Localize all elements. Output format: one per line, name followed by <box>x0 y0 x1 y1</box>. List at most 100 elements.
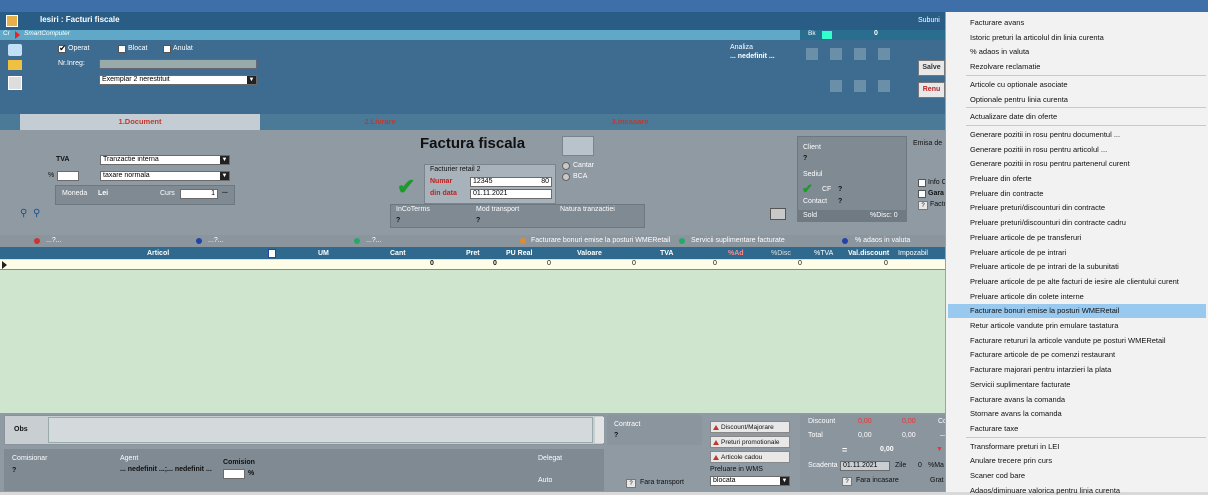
table-row[interactable]: 0 0 0 0 0 0 0 <box>0 260 945 270</box>
cell-cant[interactable]: 0 <box>430 260 434 267</box>
fara-incasare-help[interactable]: ? <box>842 477 852 486</box>
bca-radio[interactable] <box>562 173 570 181</box>
menu-item[interactable]: Facturare majorari pentru intarzieri la … <box>970 365 1111 374</box>
curs-input[interactable]: 1 <box>180 189 218 199</box>
menu-item[interactable]: Preluare articole de pe intrari de la su… <box>970 262 1119 271</box>
col-pret[interactable]: Pret <box>466 250 480 257</box>
menu-item[interactable]: Actualizare date din oferte <box>970 112 1057 121</box>
exemplar-select[interactable]: Exemplar 2 nerestituit ▼ <box>99 75 257 85</box>
menu-item[interactable]: Facturare avans <box>970 18 1024 27</box>
print-icon[interactable] <box>8 76 22 90</box>
cell-val-discount[interactable]: 0 <box>884 260 888 267</box>
info-checkbox[interactable] <box>918 179 926 187</box>
factu-help-button[interactable]: ? <box>918 201 928 210</box>
tab-livrare[interactable]: 2.Livrare <box>330 114 430 130</box>
toolbar-icon-3[interactable] <box>854 48 866 60</box>
fara-incasare-label[interactable]: Fara incasare <box>856 477 899 484</box>
toolbar-item-4[interactable]: Facturare bonuri emise la posturi WMERet… <box>531 237 670 244</box>
menu-item[interactable]: Istoric preturi la articolul din linia c… <box>970 33 1104 42</box>
scadenta-input[interactable]: 01.11.2021 <box>840 461 890 471</box>
menu-item[interactable]: Generare pozitii in rosu pentru document… <box>970 130 1120 139</box>
menu-item[interactable]: Optionale pentru linia curenta <box>970 95 1068 104</box>
toolbar-icon-1[interactable] <box>806 48 818 60</box>
blocat-checkbox[interactable] <box>118 45 126 53</box>
toolbar-item-5[interactable]: Servicii suplimentare facturate <box>691 237 785 244</box>
folder-icon[interactable] <box>8 60 22 70</box>
toolbar-item-1[interactable]: ...?... <box>46 237 62 244</box>
gara-checkbox[interactable] <box>918 190 926 198</box>
data-input[interactable]: 01.11.2021 <box>470 189 552 199</box>
col-pu-real[interactable]: PU Real <box>506 250 532 257</box>
operat-checkbox[interactable]: ✔ <box>58 43 67 53</box>
cantar-radio[interactable] <box>562 162 570 170</box>
toolbar-icon-2[interactable] <box>830 48 842 60</box>
fara-transport-label[interactable]: Fara transport <box>640 479 684 486</box>
mod-transport-value[interactable]: ? <box>476 217 480 224</box>
cf-value[interactable]: ? <box>838 186 842 193</box>
printer-icon[interactable] <box>770 208 786 220</box>
preturi-promotionale-button[interactable]: Preturi promotionale <box>710 436 790 448</box>
tab-incasare[interactable]: 3.Incasare <box>560 114 700 130</box>
menu-item[interactable]: Generare pozitii in rosu pentru articolu… <box>970 145 1107 154</box>
menu-item[interactable]: Preluare articole din colete interne <box>970 292 1084 301</box>
net-arrow-icon[interactable]: ▼ <box>936 446 943 453</box>
search-advanced-icon[interactable]: ⚲ <box>33 208 40 219</box>
equals-icon[interactable] <box>822 31 832 39</box>
anulat-checkbox[interactable] <box>163 45 171 53</box>
toolbar-icon-4[interactable] <box>878 48 890 60</box>
agent-value[interactable]: ... nedefinit ...;... nedefinit ... <box>120 466 212 473</box>
menu-item[interactable]: Scaner cod bare <box>970 471 1025 480</box>
discount-majorare-button[interactable]: Discount/Majorare <box>710 421 790 433</box>
tab-document[interactable]: 1.Document <box>20 114 260 130</box>
toolbar-icon-5[interactable] <box>830 80 842 92</box>
articol-lookup-icon[interactable] <box>268 249 276 258</box>
obs-scrollbar[interactable] <box>595 417 604 443</box>
comisionar-value[interactable]: ? <box>12 467 16 474</box>
menu-item[interactable]: % adaos in valuta <box>970 47 1029 56</box>
zile-value[interactable]: 0 <box>918 462 922 469</box>
incoterms-value[interactable]: ? <box>396 217 400 224</box>
cell-pu-real[interactable]: 0 <box>547 260 551 267</box>
cell-tva[interactable]: 0 <box>713 260 717 267</box>
comision-input[interactable] <box>223 469 245 479</box>
menu-item[interactable]: Facturare avans la comanda <box>970 395 1065 404</box>
menu-item[interactable]: Stornare avans la comanda <box>970 409 1062 418</box>
col-cant[interactable]: Cant <box>390 250 406 257</box>
menu-item[interactable]: Facturare retururi la articole vandute p… <box>970 336 1166 345</box>
col-ad[interactable]: %Ad <box>728 250 744 257</box>
chevron-down-icon[interactable]: ▼ <box>220 172 229 180</box>
client-value[interactable]: ? <box>803 155 807 162</box>
col-um[interactable]: UM <box>318 250 329 257</box>
menu-item[interactable]: Generare pozitii in rosu pentru partener… <box>970 159 1130 168</box>
cell-pret[interactable]: 0 <box>493 260 497 267</box>
menu-item[interactable]: Articole cu optionale asociate <box>970 80 1068 89</box>
toolbar-item-3[interactable]: ...?... <box>366 237 382 244</box>
col-pct-tva[interactable]: %TVA <box>814 250 833 257</box>
menu-item[interactable]: Preluare preturi/discounturi din contrac… <box>970 218 1126 227</box>
col-articol[interactable]: Articol <box>147 250 169 257</box>
taxare-select[interactable]: taxare normala ▼ <box>100 171 230 181</box>
obs-input[interactable] <box>48 417 593 443</box>
toolbar-item-2[interactable]: ...?... <box>208 237 224 244</box>
menu-item[interactable]: Rezolvare reclamatie <box>970 62 1040 71</box>
scale-icon[interactable] <box>562 136 594 156</box>
col-tva[interactable]: TVA <box>660 250 673 257</box>
menu-item[interactable]: Facturare taxe <box>970 424 1018 433</box>
menu-item[interactable]: Servicii suplimentare facturate <box>970 380 1070 389</box>
menu-item[interactable]: Preluare articole de pe transferuri <box>970 233 1081 242</box>
articole-cadou-button[interactable]: Articole cadou <box>710 451 790 463</box>
chevron-down-icon[interactable]: ▼ <box>220 156 229 164</box>
chevron-down-icon[interactable]: ▼ <box>247 76 256 84</box>
save-button[interactable]: Salve <box>918 60 945 76</box>
search-icon[interactable]: ⚲ <box>20 208 27 219</box>
arrow-right-icon[interactable] <box>15 31 20 39</box>
col-disc[interactable]: %Disc <box>771 250 791 257</box>
contract-value[interactable]: ? <box>614 432 618 439</box>
cell-valoare[interactable]: 0 <box>632 260 636 267</box>
col-impozabil[interactable]: Impozabil <box>898 250 928 257</box>
pct-input[interactable] <box>57 171 79 181</box>
menu-item[interactable]: Preluare articole de pe intrari <box>970 248 1066 257</box>
home-icon[interactable] <box>8 44 22 56</box>
toolbar-item-6[interactable]: % adaos in valuta <box>855 237 910 244</box>
contact-value[interactable]: ? <box>838 198 842 205</box>
